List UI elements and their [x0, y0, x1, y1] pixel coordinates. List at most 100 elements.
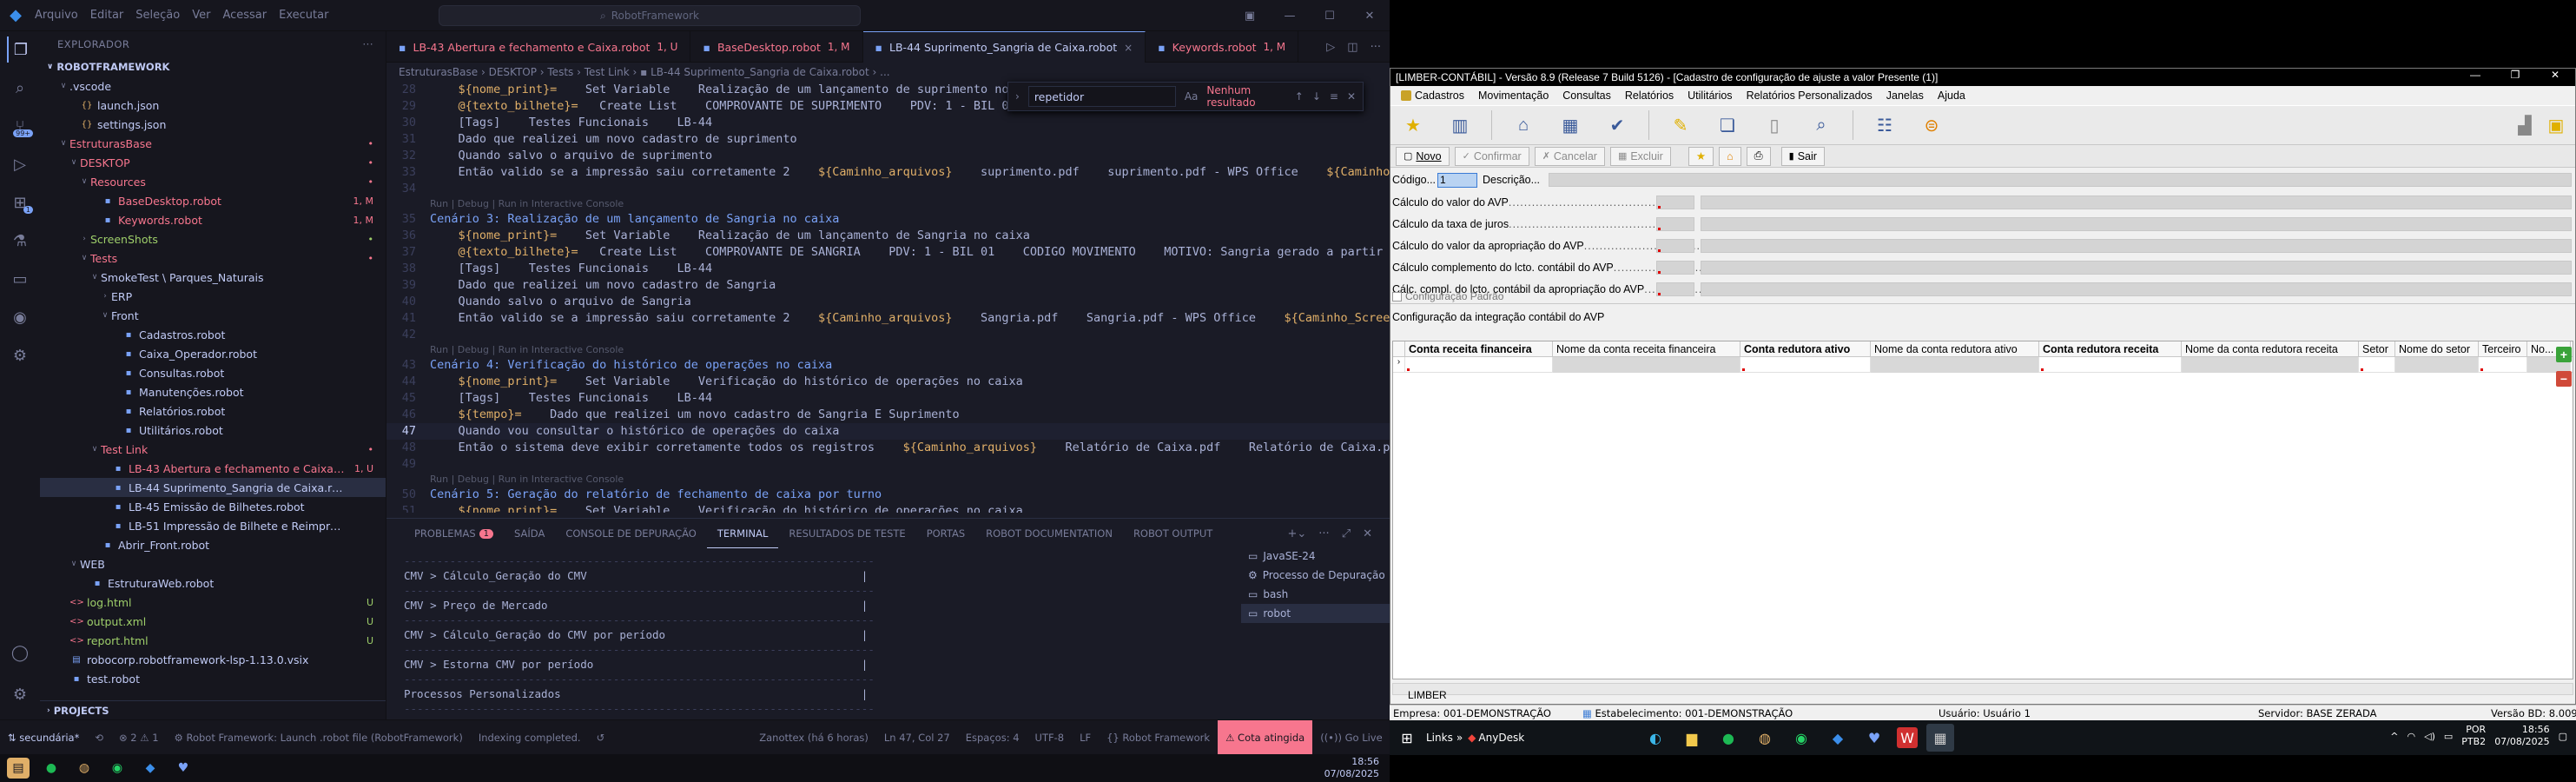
grid-row[interactable]: › [1393, 356, 2573, 373]
windows-start-icon[interactable]: ⊞ [1393, 724, 1421, 752]
tree-item[interactable]: ▪ Relatórios.robot [40, 401, 386, 421]
bank-icon[interactable]: ⌂ [1508, 109, 1539, 141]
maximize-panel-icon[interactable]: ⤢ [1342, 527, 1351, 540]
menu-item[interactable]: Arquivo [35, 9, 78, 22]
codigo-input[interactable]: 1 [1437, 172, 1478, 188]
run-icon[interactable]: ▷ [1326, 41, 1335, 54]
projects-section[interactable]: › PROJECTS [40, 700, 386, 719]
tree-item[interactable]: ∨ Resources • [40, 172, 386, 191]
status-item[interactable]: ⇅ secundária* [0, 719, 88, 755]
ledger-icon[interactable]: ▦ [1555, 109, 1586, 141]
close-icon[interactable]: ✕ [1350, 0, 1390, 31]
files-icon[interactable]: ▤ [7, 758, 30, 779]
menu-item[interactable]: Acessar [222, 9, 267, 22]
links-label[interactable]: Links [1426, 732, 1453, 744]
tree-item[interactable]: ▪ EstruturaWeb.robot [40, 573, 386, 593]
tree-item[interactable]: ▪ Manutenções.robot [40, 382, 386, 401]
panel-tab[interactable]: ROBOT OUTPUT [1123, 519, 1223, 548]
vscode-taskbar-icon[interactable]: ◆ [139, 758, 162, 779]
grid-cell[interactable] [2479, 356, 2527, 373]
tree-item[interactable]: ▪ Consultas.robot [40, 363, 386, 382]
tree-item[interactable]: ∨ .vscode [40, 76, 386, 96]
shield-app-icon[interactable]: ♥ [1860, 724, 1888, 752]
tray-chevron-icon[interactable]: ^ [2390, 731, 2398, 742]
grid-column-header[interactable]: Nome da conta receita financeira [1553, 341, 1740, 357]
grid-column-header[interactable]: Terceiro [2479, 341, 2527, 357]
tree-item[interactable]: ∨ Front [40, 306, 386, 325]
grid-column-header[interactable]: Conta receita financeira [1405, 341, 1553, 357]
terminal-instance[interactable]: ▭ bash [1241, 585, 1390, 604]
status-item[interactable]: UTF-8 [1027, 720, 1073, 755]
tree-item[interactable]: ∨ DESKTOP • [40, 153, 386, 172]
blank-document-icon[interactable]: ▯ [1759, 109, 1790, 141]
tree-item[interactable]: ▪ Keywords.robot 1, M [40, 210, 386, 229]
extensions-icon[interactable]: ⊞ 1 [7, 189, 33, 215]
grid-cell[interactable] [2359, 356, 2395, 373]
tree-item[interactable]: ▤ robocorp.robotframework-lsp-1.13.0.vsix [40, 650, 386, 669]
new-terminal-icon[interactable]: +⌄ [1287, 527, 1306, 540]
split-editor-icon[interactable]: ◫ [1347, 41, 1357, 54]
chrome-icon[interactable]: ◍ [1751, 724, 1779, 752]
limber-menu-item[interactable]: Ajuda [1931, 89, 1972, 102]
status-item[interactable]: Ln 47, Col 27 [876, 720, 958, 755]
more-icon[interactable]: ··· [1318, 527, 1329, 540]
tree-item[interactable]: ∨ EstruturasBase • [40, 134, 386, 153]
avp-account-code[interactable] [1656, 196, 1694, 209]
anydesk-label[interactable]: AnyDesk [1478, 732, 1524, 744]
links-chevron-icon[interactable]: » [1456, 732, 1463, 744]
tree-item[interactable]: ▪ Cadastros.robot [40, 325, 386, 344]
spotify-icon[interactable]: ● [40, 758, 63, 779]
terminal-instance[interactable]: ▭ JavaSE-24 [1241, 547, 1390, 566]
integration-grid[interactable]: Conta receita financeira Nome da conta re… [1392, 341, 2573, 679]
panel-tab[interactable]: RESULTADOS DE TESTE [778, 519, 915, 548]
tree-item[interactable]: ∨ WEB [40, 554, 386, 573]
novo-button[interactable]: ▢ Novo [1396, 146, 1450, 166]
status-item[interactable]: ⚠ Cota atingida [1218, 719, 1313, 755]
code-lens[interactable]: Run | Debug | Run in Interactive Console [386, 343, 1390, 357]
grid-cell[interactable] [2182, 356, 2359, 373]
status-item[interactable]: Zanottex (há 6 horas) [751, 720, 876, 755]
grid-cell[interactable] [1871, 356, 2039, 373]
favorites-star-icon[interactable]: ★ [1397, 109, 1429, 141]
tree-item[interactable]: <> log.html U [40, 593, 386, 612]
avp-account-code[interactable] [1656, 282, 1694, 296]
excluir-button[interactable]: ▦ Excluir [1609, 146, 1671, 166]
panel-tab[interactable]: CONSOLE DE DEPURAÇÃO [555, 519, 707, 548]
cancelar-button[interactable]: ✗ Cancelar [1534, 146, 1605, 166]
tree-item[interactable]: ▪ Utilitários.robot [40, 421, 386, 440]
home-button[interactable]: ⌂ [1719, 146, 1741, 166]
editor-tab[interactable]: ▪ BaseDesktop.robot 1, M [690, 31, 863, 63]
limber-menu-item[interactable]: Utilitários [1681, 89, 1739, 102]
spotify-icon[interactable]: ● [1714, 724, 1742, 752]
grid-cell[interactable] [2039, 356, 2182, 373]
limber-menu-item[interactable]: Janelas [1879, 89, 1931, 102]
code-lens[interactable]: Run | Debug | Run in Interactive Console [386, 197, 1390, 211]
heart-app-icon[interactable]: ♥ [172, 758, 195, 779]
workspace-root[interactable]: ∨ ROBOTFRAMEWORK [40, 57, 386, 76]
copy-documents-icon[interactable]: ❏ [1712, 109, 1743, 141]
notifications-icon[interactable]: ▢ [2559, 731, 2567, 742]
source-control-icon[interactable]: ⑂ 99+ [7, 113, 33, 139]
grid-column-header[interactable]: Conta redutora receita [2039, 341, 2182, 357]
find-in-selection-icon[interactable]: ≡ [1330, 90, 1338, 103]
volume-icon[interactable]: ◁) [2424, 731, 2435, 742]
wifi-icon[interactable]: ◠ [2408, 731, 2416, 742]
match-case-icon[interactable]: Aa [1185, 90, 1199, 103]
avp-account-code[interactable] [1656, 217, 1694, 231]
maximize-icon[interactable]: ☐ [1310, 0, 1350, 31]
avp-account-code[interactable] [1656, 261, 1694, 275]
tree-item[interactable]: ▪ LB-43 Abertura e fechamento e Caixa.ro.… [40, 459, 386, 478]
explorer-icon[interactable]: ❐ [7, 36, 33, 63]
limber-menu-item[interactable]: Consultas [1556, 89, 1618, 102]
status-item[interactable]: {} Robot Framework [1099, 720, 1218, 755]
menu-item[interactable]: Executar [279, 9, 328, 22]
editor-tab[interactable]: ▪ LB-44 Suprimento_Sangria de Caixa.robot… [862, 31, 1146, 63]
panel-tab[interactable]: TERMINAL [706, 519, 779, 548]
edit-document-icon[interactable]: ✎ [1665, 109, 1696, 141]
command-center-search[interactable]: ⌕ RobotFramework [439, 5, 861, 26]
tree-item[interactable]: › ERP [40, 287, 386, 306]
grid-column-header[interactable]: Nome da conta redutora receita [2182, 341, 2359, 357]
find-input[interactable]: repetidor [1027, 86, 1176, 107]
close-icon[interactable]: ✕ [1347, 90, 1356, 103]
exit-button[interactable]: ▮ Sair [1780, 146, 1825, 166]
